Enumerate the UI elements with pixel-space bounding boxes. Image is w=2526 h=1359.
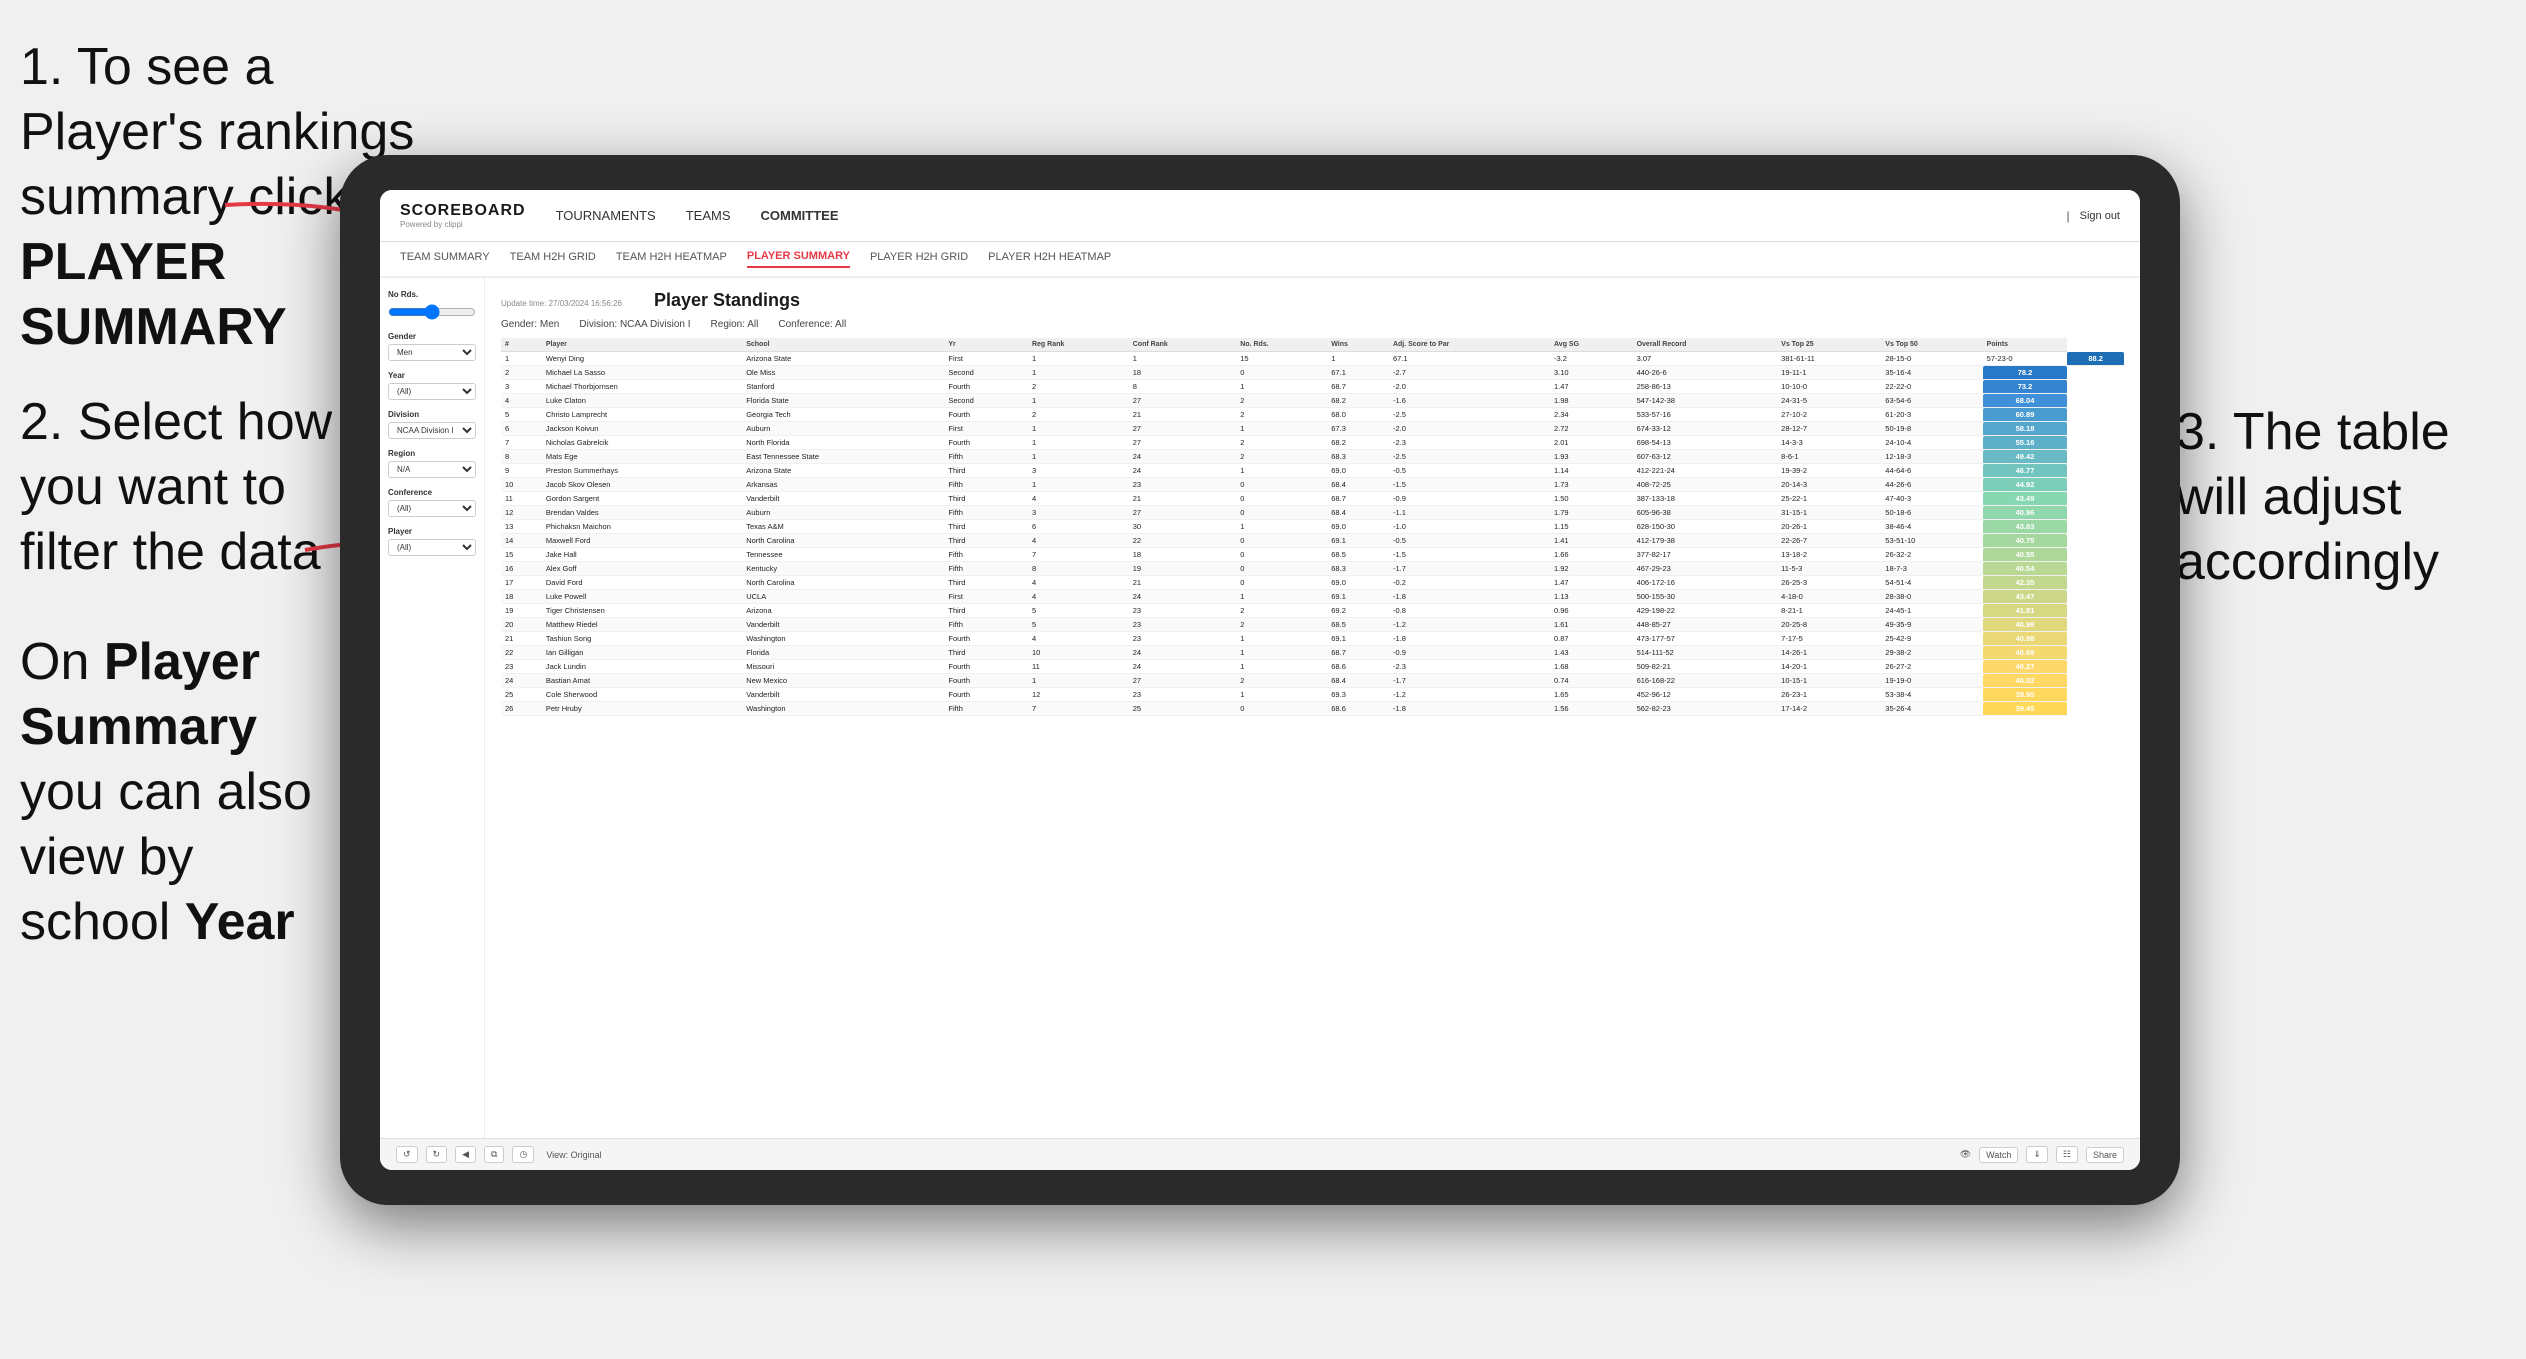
sub-nav-player-h2h-heatmap[interactable]: PLAYER H2H HEATMAP bbox=[988, 251, 1111, 267]
table-header-row: Update time: 27/03/2024 16:56:26 Player … bbox=[501, 290, 2124, 311]
nav-right: | Sign out bbox=[2067, 209, 2121, 223]
copy-btn[interactable]: ⧉ bbox=[484, 1146, 504, 1163]
sidebar-filters: No Rds. Gender Men Year (All) Divisio bbox=[380, 278, 485, 1138]
table-title: Player Standings bbox=[654, 290, 800, 311]
sidebar-division-section: Division NCAA Division I bbox=[388, 410, 476, 439]
nav-pipe: | bbox=[2067, 209, 2070, 223]
table-row: 23Jack LundinMissouriFourth1124168.6-2.3… bbox=[501, 660, 2124, 674]
download-btn[interactable]: ⇓ bbox=[2026, 1146, 2048, 1163]
table-row: 16Alex GoffKentuckyFifth819068.3-1.71.92… bbox=[501, 562, 2124, 576]
col-overall: Overall Record bbox=[1633, 338, 1778, 352]
conference-select[interactable]: (All) bbox=[388, 500, 476, 517]
table-row: 6Jackson KoivunAuburnFirst127167.3-2.02.… bbox=[501, 422, 2124, 436]
nav-committee[interactable]: COMMITTEE bbox=[761, 208, 839, 223]
share-btn[interactable]: Share bbox=[2086, 1147, 2124, 1163]
grid-btn[interactable]: ☷ bbox=[2056, 1146, 2078, 1163]
redo-btn[interactable]: ↻ bbox=[426, 1146, 448, 1163]
logo: SCOREBOARD Powered by clippi bbox=[400, 202, 526, 229]
table-row: 15Jake HallTennesseeFifth718068.5-1.51.6… bbox=[501, 548, 2124, 562]
table-row: 10Jacob Skov OlesenArkansasFifth123068.4… bbox=[501, 478, 2124, 492]
sub-nav: TEAM SUMMARY TEAM H2H GRID TEAM H2H HEAT… bbox=[380, 242, 2140, 278]
table-row: 3Michael ThorbjornsenStanfordFourth28168… bbox=[501, 380, 2124, 394]
table-row: 14Maxwell FordNorth CarolinaThird422069.… bbox=[501, 534, 2124, 548]
table-row: 17David FordNorth CarolinaThird421069.0-… bbox=[501, 576, 2124, 590]
table-row: 2Michael La SassoOle MissSecond118067.1-… bbox=[501, 366, 2124, 380]
nav-tournaments[interactable]: TOURNAMENTS bbox=[556, 208, 656, 223]
sub-nav-team-h2h-grid[interactable]: TEAM H2H GRID bbox=[510, 251, 596, 267]
filter-conference: Conference: All bbox=[778, 319, 846, 330]
table-area: Update time: 27/03/2024 16:56:26 Player … bbox=[485, 278, 2140, 1138]
player-select[interactable]: (All) bbox=[388, 539, 476, 556]
update-time: Update time: 27/03/2024 16:56:26 bbox=[501, 299, 622, 308]
table-row: 20Matthew RiedelVanderbiltFifth523268.5-… bbox=[501, 618, 2124, 632]
col-rank: # bbox=[501, 338, 542, 352]
back-btn[interactable]: ◀ bbox=[455, 1146, 476, 1163]
sign-out-link[interactable]: Sign out bbox=[2080, 210, 2120, 222]
table-row: 24Bastian AmatNew MexicoFourth127268.4-1… bbox=[501, 674, 2124, 688]
nav-links: TOURNAMENTS TEAMS COMMITTEE bbox=[556, 208, 2067, 223]
table-row: 22Ian GilliganFloridaThird1024168.7-0.91… bbox=[501, 646, 2124, 660]
table-row: 4Luke ClatonFlorida StateSecond127268.2-… bbox=[501, 394, 2124, 408]
division-select[interactable]: NCAA Division I bbox=[388, 422, 476, 439]
col-vs-top50: Vs Top 50 bbox=[1881, 338, 1982, 352]
nav-teams[interactable]: TEAMS bbox=[686, 208, 731, 223]
no-rds-slider[interactable] bbox=[388, 304, 476, 320]
table-row: 9Preston SummerhaysArizona StateThird324… bbox=[501, 464, 2124, 478]
table-row: 25Cole SherwoodVanderbiltFourth1223169.3… bbox=[501, 688, 2124, 702]
sidebar-no-rds: No Rds. bbox=[388, 290, 476, 322]
view-original: View: Original bbox=[546, 1150, 601, 1160]
sidebar-player-section: Player (All) bbox=[388, 527, 476, 556]
undo-btn[interactable]: ↺ bbox=[396, 1146, 418, 1163]
sub-nav-team-h2h-heatmap[interactable]: TEAM H2H HEATMAP bbox=[616, 251, 727, 267]
col-points: Points bbox=[1983, 338, 2068, 352]
year-select[interactable]: (All) bbox=[388, 383, 476, 400]
gender-select[interactable]: Men bbox=[388, 344, 476, 361]
nav-bar: SCOREBOARD Powered by clippi TOURNAMENTS… bbox=[380, 190, 2140, 242]
main-content: No Rds. Gender Men Year (All) Divisio bbox=[380, 278, 2140, 1138]
tablet-screen: SCOREBOARD Powered by clippi TOURNAMENTS… bbox=[380, 190, 2140, 1170]
instruction-step3: 3. The table will adjust accordingly bbox=[2176, 400, 2496, 595]
col-player: Player bbox=[542, 338, 742, 352]
col-wins: Wins bbox=[1327, 338, 1389, 352]
sub-nav-team-summary[interactable]: TEAM SUMMARY bbox=[400, 251, 490, 267]
sub-nav-player-h2h-grid[interactable]: PLAYER H2H GRID bbox=[870, 251, 968, 267]
player-standings-table: # Player School Yr Reg Rank Conf Rank No… bbox=[501, 338, 2124, 716]
sidebar-year-section: Year (All) bbox=[388, 371, 476, 400]
watch-icon: 👁 bbox=[1960, 1149, 1971, 1160]
filter-region: Region: All bbox=[711, 319, 759, 330]
filter-gender: Gender: Men bbox=[501, 319, 559, 330]
table-row: 26Petr HrubyWashingtonFifth725068.6-1.81… bbox=[501, 702, 2124, 716]
clock-btn[interactable]: ◷ bbox=[512, 1146, 534, 1163]
table-row: 7Nicholas GabrelcikNorth FloridaFourth12… bbox=[501, 436, 2124, 450]
region-select[interactable]: N/A bbox=[388, 461, 476, 478]
table-row: 1Wenyi DingArizona StateFirst1115167.1-3… bbox=[501, 352, 2124, 366]
filter-row: Gender: Men Division: NCAA Division I Re… bbox=[501, 319, 2124, 330]
table-row: 21Tashiun SongWashingtonFourth423169.1-1… bbox=[501, 632, 2124, 646]
col-conf-rank: Conf Rank bbox=[1129, 338, 1237, 352]
sidebar-conference-section: Conference (All) bbox=[388, 488, 476, 517]
table-row: 12Brendan ValdesAuburnFifth327068.4-1.11… bbox=[501, 506, 2124, 520]
bottom-toolbar: ↺ ↻ ◀ ⧉ ◷ View: Original 👁 Watch ⇓ ☷ Sha… bbox=[380, 1138, 2140, 1170]
sidebar-gender-section: Gender Men bbox=[388, 332, 476, 361]
instruction-step-bottom: On Player Summary you can also view by s… bbox=[20, 630, 340, 955]
col-vs-top25: Vs Top 25 bbox=[1777, 338, 1881, 352]
table-row: 8Mats EgeEast Tennessee StateFifth124268… bbox=[501, 450, 2124, 464]
col-school: School bbox=[742, 338, 944, 352]
col-reg-rank: Reg Rank bbox=[1028, 338, 1129, 352]
col-adj-score: Adj. Score to Par bbox=[1389, 338, 1550, 352]
toolbar-right: 👁 Watch ⇓ ☷ Share bbox=[1960, 1146, 2124, 1163]
filter-division: Division: NCAA Division I bbox=[579, 319, 690, 330]
sidebar-region-section: Region N/A bbox=[388, 449, 476, 478]
col-no-rds: No. Rds. bbox=[1236, 338, 1327, 352]
table-row: 11Gordon SargentVanderbiltThird421068.7-… bbox=[501, 492, 2124, 506]
table-row: 5Christo LamprechtGeorgia TechFourth2212… bbox=[501, 408, 2124, 422]
sub-nav-player-summary[interactable]: PLAYER SUMMARY bbox=[747, 250, 850, 268]
watch-btn[interactable]: Watch bbox=[1979, 1147, 2018, 1163]
col-avg-sg: Avg SG bbox=[1550, 338, 1633, 352]
tablet-device: SCOREBOARD Powered by clippi TOURNAMENTS… bbox=[340, 155, 2180, 1205]
table-row: 13Phichaksn MaichonTexas A&MThird630169.… bbox=[501, 520, 2124, 534]
table-row: 18Luke PowellUCLAFirst424169.1-1.81.1350… bbox=[501, 590, 2124, 604]
col-yr: Yr bbox=[944, 338, 1028, 352]
table-row: 19Tiger ChristensenArizonaThird523269.2-… bbox=[501, 604, 2124, 618]
